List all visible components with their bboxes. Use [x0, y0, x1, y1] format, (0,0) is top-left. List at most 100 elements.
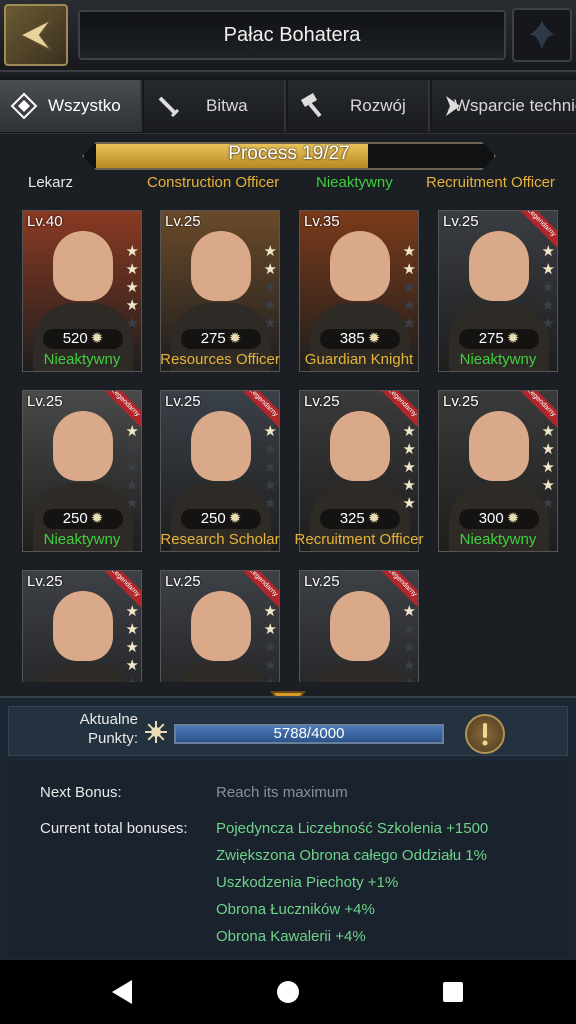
- hero-body: [310, 663, 410, 682]
- tab-label: Rozwój: [350, 96, 406, 115]
- star-icon: ★: [263, 297, 277, 314]
- bonus-item: Pojedyncza Liczebność Szkolenia +1500: [216, 820, 489, 837]
- back-nav-button[interactable]: [106, 976, 138, 1008]
- star-icon: ★: [125, 639, 139, 656]
- triangle-back-icon: [112, 980, 132, 1004]
- hero-body: [33, 663, 133, 682]
- star-icon: ★: [125, 315, 139, 332]
- hero-face: [469, 411, 529, 481]
- hero-card[interactable]: LegendarnyLv.25★★★★★: [299, 570, 419, 682]
- hero-portrait: LegendarnyLv.25★★★★★: [160, 570, 280, 682]
- tab-rozwoj[interactable]: Rozwój: [288, 80, 430, 132]
- hero-face: [191, 411, 251, 481]
- star-icon: ★: [402, 639, 416, 656]
- hero-card[interactable]: Lv.40 ★ ★ ★ ★ ★ 520 ✹ Nieaktywny: [22, 210, 142, 374]
- hero-card[interactable]: Legendarny Lv.25 ★ ★ ★ ★ ★ 250 ✹ Nieaktywny: [22, 390, 142, 554]
- star-icon: ★: [263, 423, 277, 440]
- hero-card[interactable]: Legendarny Lv.25 ★ ★ ★ ★ ★ 275 ✹ Nieaktywny: [438, 210, 558, 374]
- star-icon: ★: [402, 657, 416, 674]
- bonus-list: Next Bonus: Reach its maximum Current to…: [8, 760, 568, 958]
- hero-card[interactable]: Legendarny Lv.25 ★ ★ ★ ★ ★ 300 ✹ Nieaktywny: [438, 390, 558, 554]
- bonus-item: Obrona Kawalerii +4%: [216, 928, 366, 945]
- hero-stars: ★★★★★: [264, 243, 277, 332]
- hero-portrait: Legendarny Lv.25 ★ ★ ★ ★ ★ 275 ✹: [438, 210, 558, 372]
- star-icon: ★: [541, 243, 555, 260]
- partial-role: Construction Officer: [147, 174, 280, 191]
- info-button[interactable]: [465, 714, 505, 754]
- hero-card[interactable]: Lv.35 ★ ★ ★ ★ ★ 385 ✹ Guardian Knight: [299, 210, 419, 374]
- star-icon: ★: [263, 495, 277, 512]
- star-icon: ★: [125, 477, 139, 494]
- hero-face: [191, 231, 251, 301]
- hero-role: Nieaktywny: [43, 351, 121, 368]
- home-nav-button[interactable]: [272, 976, 304, 1008]
- page-title: Pałac Bohatera: [223, 23, 361, 46]
- gear-icon: ✹: [367, 330, 381, 347]
- tab-label: Bitwa: [206, 96, 248, 115]
- hero-card[interactable]: LegendarnyLv.25★★★★★: [22, 570, 142, 682]
- hero-card[interactable]: Legendarny Lv.25 ★ ★ ★ ★ ★ 250 ✹ Research Scholar: [160, 390, 280, 554]
- hero-level: Lv.25: [443, 393, 479, 410]
- hero-body: [171, 663, 271, 682]
- gear-icon: ✹: [506, 510, 520, 527]
- filter-tabs: Wszystko Bitwa Rozwój Wsparcie technic: [0, 76, 576, 134]
- bonus-item: Obrona Łuczników +4%: [216, 901, 375, 918]
- system-nav-bar: [0, 960, 576, 1024]
- hero-stars: ★★★★★: [126, 603, 139, 682]
- hero-level: Lv.25: [304, 393, 340, 410]
- current-bonus-label: Current total bonuses:: [40, 820, 188, 837]
- star-icon: ★: [402, 297, 416, 314]
- tab-wszystko[interactable]: Wszystko: [0, 80, 142, 132]
- gear-icon: ✹: [228, 330, 242, 347]
- title-plate: Pałac Bohatera: [78, 10, 506, 60]
- progress-text: Process 19/27: [228, 143, 350, 164]
- hero-card[interactable]: Lv.25 ★ ★ ★ ★ ★ 275 ✹ Resources Officer: [160, 210, 280, 374]
- star-icon: ★: [541, 459, 555, 476]
- star-icon: ★: [125, 297, 139, 314]
- circle-home-icon: [277, 981, 299, 1003]
- partial-role: Recruitment Officer: [426, 174, 555, 191]
- hero-power: 250 ✹: [43, 509, 123, 529]
- hammer-icon: [296, 90, 328, 122]
- star-icon: ★: [402, 315, 416, 332]
- hero-role: Resources Officer: [160, 351, 280, 368]
- hero-card[interactable]: Legendarny Lv.25 ★ ★ ★ ★ ★ 325 ✹ Recruitment Offi…: [295, 390, 423, 554]
- star-icon: ★: [263, 315, 277, 332]
- recents-nav-button[interactable]: [437, 976, 469, 1008]
- hero-power: 385 ✹: [320, 329, 400, 349]
- star-icon: ★: [263, 441, 277, 458]
- hero-face: [469, 231, 529, 301]
- gear-icon: [144, 720, 168, 744]
- diamond-icon: [8, 90, 40, 122]
- tab-bitwa[interactable]: Bitwa: [144, 80, 286, 132]
- hero-portrait: Legendarny Lv.25 ★ ★ ★ ★ ★ 325 ✹: [299, 390, 419, 552]
- hero-power-value: 250: [62, 510, 88, 527]
- hero-stars: ★★★★★: [542, 423, 555, 512]
- star-icon: ★: [541, 315, 555, 332]
- hero-level: Lv.25: [165, 573, 201, 590]
- hero-power: 520 ✹: [43, 329, 123, 349]
- tab-wsparcie[interactable]: Wsparcie technic: [432, 80, 576, 132]
- star-icon: ★: [263, 657, 277, 674]
- star-icon: ★: [541, 477, 555, 494]
- gear-icon: ✹: [228, 510, 242, 527]
- hero-role: Nieaktywny: [459, 531, 537, 548]
- hero-role: Research Scholar: [160, 531, 280, 548]
- star-icon: ★: [125, 603, 139, 620]
- star-icon: ★: [125, 657, 139, 674]
- star-icon: ★: [263, 639, 277, 656]
- hero-power-value: 385: [339, 330, 365, 347]
- star-icon: ★: [263, 621, 277, 638]
- hero-level: Lv.25: [304, 573, 340, 590]
- hero-power-value: 250: [200, 510, 226, 527]
- hero-face: [53, 411, 113, 481]
- hero-role: Nieaktywny: [459, 351, 537, 368]
- hero-grid: Lv.40 ★ ★ ★ ★ ★ 520 ✹ Nieaktywny Lv.25 ★ ★ ★ ★ ★ 275 ✹ Re…: [18, 210, 558, 682]
- back-arrow-icon: [17, 18, 53, 52]
- star-icon: ★: [541, 279, 555, 296]
- hero-role: Recruitment Officer: [294, 531, 424, 548]
- partial-role: Lekarz: [28, 174, 74, 191]
- hero-face: [53, 231, 113, 301]
- back-button[interactable]: [4, 4, 68, 66]
- hero-card[interactable]: LegendarnyLv.25★★★★★: [160, 570, 280, 682]
